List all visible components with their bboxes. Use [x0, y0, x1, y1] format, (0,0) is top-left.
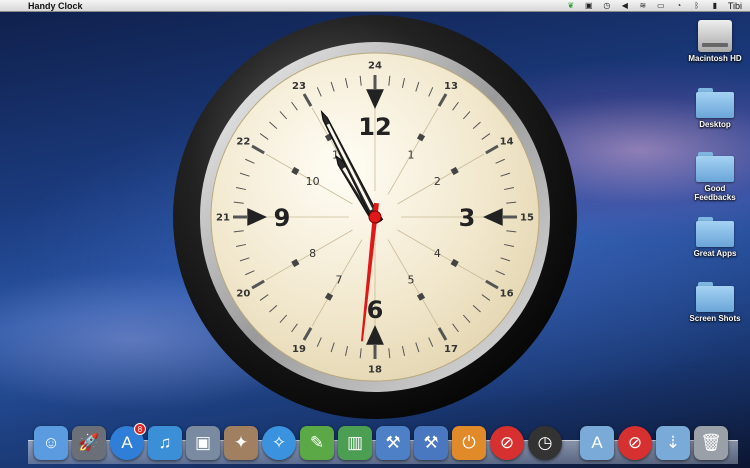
dock-item-glyph: A: [591, 433, 603, 452]
outer-24h-number: 16: [500, 289, 514, 300]
hour-number-12: 12: [358, 113, 391, 141]
dock-item-glyph: 🚀: [78, 433, 100, 452]
outer-24h-number: 21: [216, 213, 230, 224]
small-hour-number: 4: [434, 247, 441, 260]
small-hour-number: 1: [408, 149, 415, 162]
outer-24h-number: 15: [520, 213, 534, 224]
menu-bar: Handy Clock ❦ ▣ ◷ ◀ ≋ ▭ ◔ ᛒ ▮ Tibi: [0, 0, 750, 12]
desktop-icon-label: Desktop: [699, 120, 731, 129]
applications-folder-icon[interactable]: A: [580, 426, 614, 460]
desktop-icon-macintosh-hd[interactable]: Macintosh HD: [677, 20, 750, 63]
app-store-icon[interactable]: A8: [110, 423, 146, 460]
folder-icon: [696, 150, 734, 182]
small-hour-number: 8: [309, 247, 316, 260]
clock-center-cap: [368, 210, 382, 224]
dock-item-glyph: ⊘: [627, 433, 643, 452]
dock-item-glyph: ⚒: [385, 433, 401, 452]
outer-24h-number: 24: [368, 61, 382, 72]
outer-24h-number: 19: [292, 344, 306, 355]
image-capture-icon[interactable]: ✦: [224, 426, 258, 460]
hard-drive-icon: [698, 20, 732, 52]
battery-level-icon[interactable]: ▮: [710, 1, 720, 10]
outer-24h-number: 20: [236, 289, 250, 300]
preview-icon[interactable]: ▣: [186, 426, 220, 460]
small-hour-number: 2: [434, 175, 441, 188]
dock-item-glyph: ⚒: [423, 433, 439, 452]
dock-item-glyph: 🗑: [700, 433, 722, 452]
menu-extras: ❦ ▣ ◷ ◀ ≋ ▭ ◔ ᛒ ▮ Tibi: [566, 1, 750, 11]
blocked-app-icon[interactable]: ⊘: [490, 426, 524, 460]
numbers-icon[interactable]: ▥: [338, 426, 372, 460]
wifi-icon[interactable]: ≋: [638, 1, 648, 10]
folder-icon: [696, 86, 734, 118]
outer-24h-number: 14: [500, 137, 514, 148]
user-name[interactable]: Tibi: [728, 1, 742, 11]
desktop-icon-label: Good Feedbacks: [694, 184, 736, 202]
dock-item-glyph: ✎: [309, 433, 325, 452]
outer-24h-number: 17: [444, 344, 458, 355]
notification-badge: 8: [134, 423, 146, 435]
dock-item-glyph: ◷: [537, 433, 553, 452]
time-machine-icon[interactable]: ◷: [602, 1, 612, 10]
dock: ☺ 🚀 A 8 ♫ ▣ ✦ ✧ ✎ ▥ ⚒ ⚒ ⏻ ⊘ ◷ A ⊘ ⇣ 🗑: [34, 420, 734, 460]
dock-item-glyph: ⏻: [462, 433, 476, 452]
clock-app-icon[interactable]: ◷: [528, 426, 562, 460]
dock-item-glyph: ♫: [158, 433, 172, 452]
downloads-folder-icon[interactable]: ⇣: [656, 426, 690, 460]
app-icon[interactable]: ▣: [584, 1, 594, 10]
xcode-icon[interactable]: ⚒: [376, 426, 410, 460]
desktop-icon-label: Screen Shots: [689, 314, 741, 323]
dock-item-glyph: ⊘: [499, 433, 515, 452]
desktop-icon-label: Macintosh HD: [688, 54, 742, 63]
blocked-app-icon-2[interactable]: ⊘: [618, 426, 652, 460]
dock-item-glyph: ▥: [346, 433, 364, 452]
desktop-icon-good-feedbacks[interactable]: Good Feedbacks: [677, 150, 750, 202]
small-hour-number: 7: [336, 273, 343, 286]
evernote-icon[interactable]: ✎: [300, 426, 334, 460]
itunes-icon[interactable]: ♫: [148, 426, 182, 460]
finder-icon[interactable]: ☺: [34, 426, 68, 460]
outer-24h-number: 13: [444, 81, 458, 92]
app-menu-name[interactable]: Handy Clock: [28, 1, 83, 11]
hour-number-3: 3: [459, 204, 476, 232]
clock-icon[interactable]: ◔: [674, 1, 684, 10]
small-hour-number: 5: [408, 273, 415, 286]
hour-number-6: 6: [367, 296, 384, 324]
small-hour-number: 10: [306, 175, 320, 188]
desktop-icon-great-apps[interactable]: Great Apps: [677, 215, 750, 258]
volume-icon[interactable]: ◀: [620, 1, 630, 10]
folder-icon: [696, 215, 734, 247]
dock-item-glyph: ☺: [42, 433, 60, 452]
app-icon[interactable]: ⏻: [452, 426, 486, 460]
desktop-icon-screen-shots[interactable]: Screen Shots: [677, 280, 750, 323]
trash-icon[interactable]: 🗑: [694, 426, 728, 460]
handy-clock-widget[interactable]: 12 3 6 9 1 2 4 5 7 8 10 11 24 13 14 15 16 17 18 19 20 21 2…: [172, 14, 578, 420]
outer-24h-number: 18: [368, 365, 382, 376]
bluetooth-icon[interactable]: ᛒ: [692, 1, 702, 10]
dock-item-glyph: A: [121, 433, 133, 452]
launchpad-icon[interactable]: 🚀: [72, 426, 106, 460]
outer-24h-number: 22: [236, 137, 250, 148]
dock-item-glyph: ✦: [233, 433, 249, 452]
outer-24h-number: 23: [292, 81, 306, 92]
dock-item-glyph: ▣: [194, 433, 212, 452]
desktop-icon-desktop[interactable]: Desktop: [677, 86, 750, 129]
safari-icon[interactable]: ✧: [262, 426, 296, 460]
hour-number-9: 9: [274, 204, 291, 232]
analog-clock: 12 3 6 9 1245781011241314151617181920212…: [173, 15, 577, 419]
dock-item-glyph: ✧: [271, 433, 287, 452]
desktop-icon-label: Great Apps: [693, 249, 737, 258]
battery-icon[interactable]: ▭: [656, 1, 666, 10]
leaf-icon[interactable]: ❦: [566, 1, 576, 10]
dock-item-glyph: ⇣: [665, 433, 681, 452]
folder-icon: [696, 280, 734, 312]
instruments-icon[interactable]: ⚒: [414, 426, 448, 460]
